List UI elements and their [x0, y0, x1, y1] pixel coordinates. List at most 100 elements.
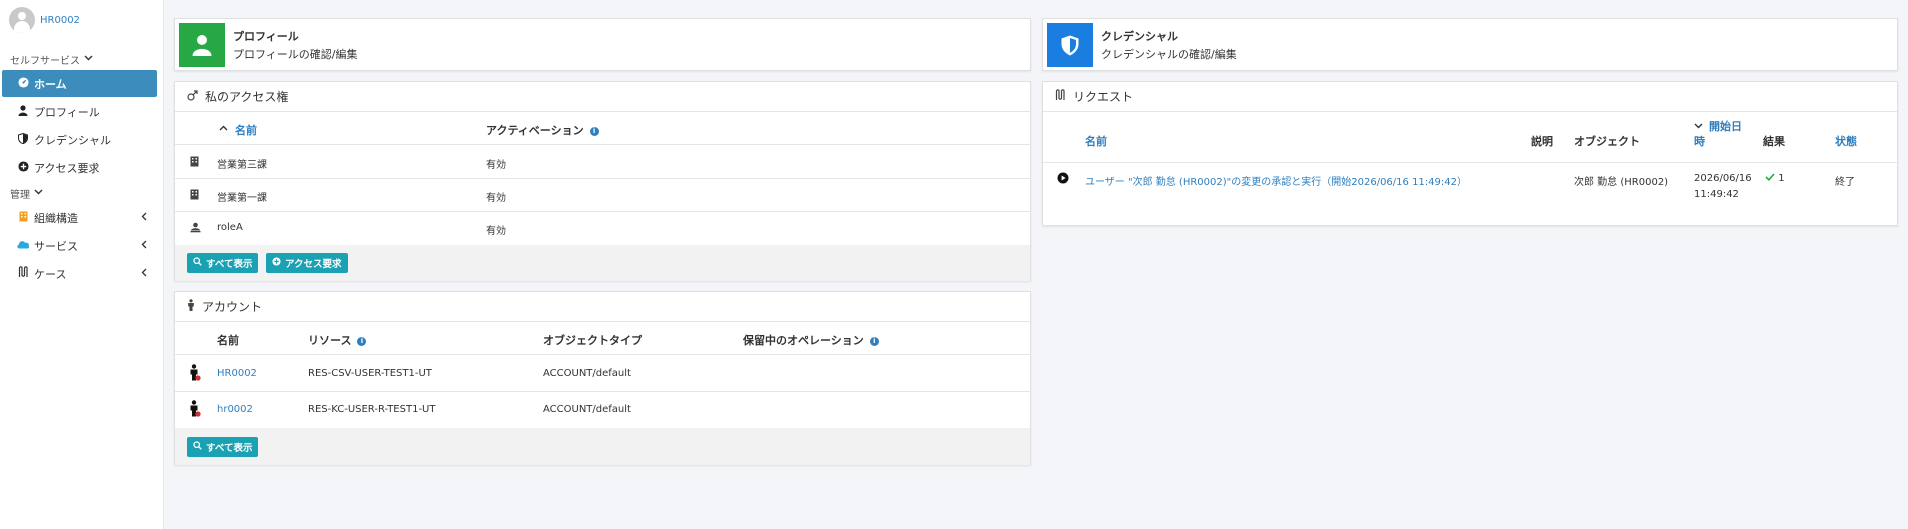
access-name: roleA [217, 222, 243, 233]
gender-icon [187, 89, 198, 104]
tile-subtitle: クレデンシャルの確認/編集 [1101, 48, 1237, 61]
building-icon [190, 156, 199, 170]
table-header-row: 名前 アクティベーション i [175, 113, 1030, 145]
tile-title: クレデンシャル [1101, 30, 1178, 43]
table-row: roleA 有効 [175, 212, 1030, 245]
sidebar-item-label: 組織構造 [34, 211, 78, 225]
request-date: 2026/06/16 [1694, 173, 1752, 184]
sort-desc-icon[interactable] [1694, 121, 1703, 132]
request-status: 終了 [1835, 177, 1855, 188]
card-footer: すべて表示 アクセス要求 [175, 245, 1030, 281]
column-header-start-date[interactable]: 開始日 [1709, 118, 1742, 134]
my-access-card: 私のアクセス権 名前 アクティベーション i 営業第三課 有効 営業第一課 有効 … [174, 81, 1031, 281]
chevron-left-icon [141, 210, 147, 225]
column-header-label: リソース [308, 334, 352, 347]
section-label: セルフサービス [10, 55, 80, 67]
sidebar-item-access-request[interactable]: アクセス要求 [2, 154, 157, 181]
info-icon[interactable]: i [357, 337, 367, 346]
sidebar-item-label: クレデンシャル [34, 133, 111, 147]
account-resource: RES-CSV-USER-TEST1-UT [308, 368, 432, 379]
section-label: 管理 [10, 189, 30, 201]
table-row: hr0002 RES-KC-USER-R-TEST1-UT ACCOUNT/de… [175, 392, 1030, 428]
tile-title: プロフィール [233, 30, 299, 43]
card-title: アカウント [202, 300, 263, 314]
check-icon [1765, 173, 1778, 184]
user-icon [16, 104, 30, 119]
column-header-objtype: オブジェクトタイプ [543, 334, 642, 347]
button-label: アクセス要求 [285, 259, 342, 270]
info-icon[interactable]: i [589, 127, 599, 136]
table-header-row: 名前 リソース i オブジェクトタイプ 保留中のオペレーション i [175, 323, 1030, 355]
access-activation: 有効 [486, 193, 506, 204]
account-resource: RES-KC-USER-R-TEST1-UT [308, 404, 436, 415]
show-all-button[interactable]: すべて表示 [187, 253, 259, 273]
case-icon [1055, 89, 1066, 104]
column-header-start-time[interactable]: 時 [1694, 133, 1705, 149]
sidebar-item-credentials[interactable]: クレデンシャル [2, 126, 157, 153]
user-menu[interactable]: HR0002 [0, 0, 163, 40]
column-header-name[interactable]: 名前 [235, 122, 257, 138]
account-objtype: ACCOUNT/default [543, 368, 631, 379]
column-header-object: オブジェクト [1574, 135, 1640, 148]
chevron-left-icon [141, 238, 147, 253]
column-header-name: 名前 [217, 334, 239, 347]
table-row: 営業第三課 有効 [175, 146, 1030, 179]
card-footer: すべて表示 [175, 428, 1030, 465]
play-circle-icon [1057, 172, 1069, 187]
column-header-label: アクティベーション [486, 124, 584, 137]
card-title: 私のアクセス権 [205, 90, 289, 104]
credentials-tile[interactable]: クレデンシャル クレデンシャルの確認/編集 [1042, 18, 1898, 71]
account-icon [189, 364, 201, 385]
profile-tile[interactable]: プロフィール プロフィールの確認/編集 [174, 18, 1031, 71]
account-name-link[interactable]: HR0002 [217, 368, 257, 379]
chevron-left-icon [141, 266, 147, 281]
card-header: アカウント [175, 292, 1030, 322]
sort-asc-icon[interactable] [219, 123, 228, 134]
sidebar-item-org-structure[interactable]: 組織構造 [2, 204, 157, 231]
accounts-card: アカウント 名前 リソース i オブジェクトタイプ 保留中のオペレーション i HR… [174, 291, 1031, 465]
selfservice-section-header[interactable]: セルフサービス [0, 49, 163, 69]
sidebar-item-profile[interactable]: プロフィール [2, 98, 157, 125]
column-header-status[interactable]: 状態 [1835, 133, 1857, 149]
sidebar-item-label: プロフィール [34, 105, 100, 119]
request-time: 11:49:42 [1694, 189, 1739, 200]
card-header: 私のアクセス権 [175, 82, 1030, 112]
shield-icon [1061, 35, 1079, 55]
request-result: 1 [1765, 173, 1785, 184]
chevron-down-icon [84, 54, 93, 64]
sidebar-item-services[interactable]: サービス [2, 232, 157, 259]
sidebar-item-label: ホーム [34, 77, 67, 91]
sidebar-item-label: アクセス要求 [34, 161, 100, 175]
column-header-description: 説明 [1531, 135, 1553, 148]
table-header-row: 名前 説明 オブジェクト 開始日 時 結果 状態 [1043, 113, 1897, 163]
request-name-link[interactable]: ユーザー "次郎 勤怠 (HR0002)"の変更の承認と実行（開始2026/06… [1085, 173, 1467, 188]
user-name[interactable]: HR0002 [40, 15, 80, 26]
sidebar-item-home[interactable]: ホーム [2, 70, 157, 97]
sidebar-item-cases[interactable]: ケース [2, 260, 157, 287]
request-object: 次郎 勤怠 (HR0002) [1574, 177, 1669, 188]
chevron-down-icon [34, 188, 43, 198]
table-row: ユーザー "次郎 勤怠 (HR0002)"の変更の承認と実行（開始2026/06… [1043, 164, 1897, 212]
column-header-activation: アクティベーション i [486, 122, 599, 138]
account-objtype: ACCOUNT/default [543, 404, 631, 415]
dashboard-icon [16, 76, 30, 91]
show-all-button[interactable]: すべて表示 [187, 437, 259, 457]
column-header-label: 保留中のオペレーション [743, 334, 864, 347]
cloud-icon [16, 239, 30, 252]
admin-section-header[interactable]: 管理 [0, 183, 163, 203]
credentials-tile-icon-box [1047, 23, 1093, 67]
account-icon [189, 400, 201, 421]
profile-tile-icon-box [179, 23, 225, 67]
info-icon[interactable]: i [869, 337, 879, 346]
account-name-link[interactable]: hr0002 [217, 404, 253, 415]
access-request-button[interactable]: アクセス要求 [266, 253, 348, 273]
column-header-resource: リソース i [308, 332, 367, 348]
button-label: すべて表示 [206, 259, 253, 270]
card-title: リクエスト [1073, 90, 1134, 104]
access-activation: 有効 [486, 160, 506, 171]
case-icon [16, 266, 30, 281]
role-icon [190, 222, 201, 236]
building-icon [16, 211, 30, 225]
tile-subtitle: プロフィールの確認/編集 [233, 48, 358, 61]
column-header-name[interactable]: 名前 [1085, 133, 1107, 149]
